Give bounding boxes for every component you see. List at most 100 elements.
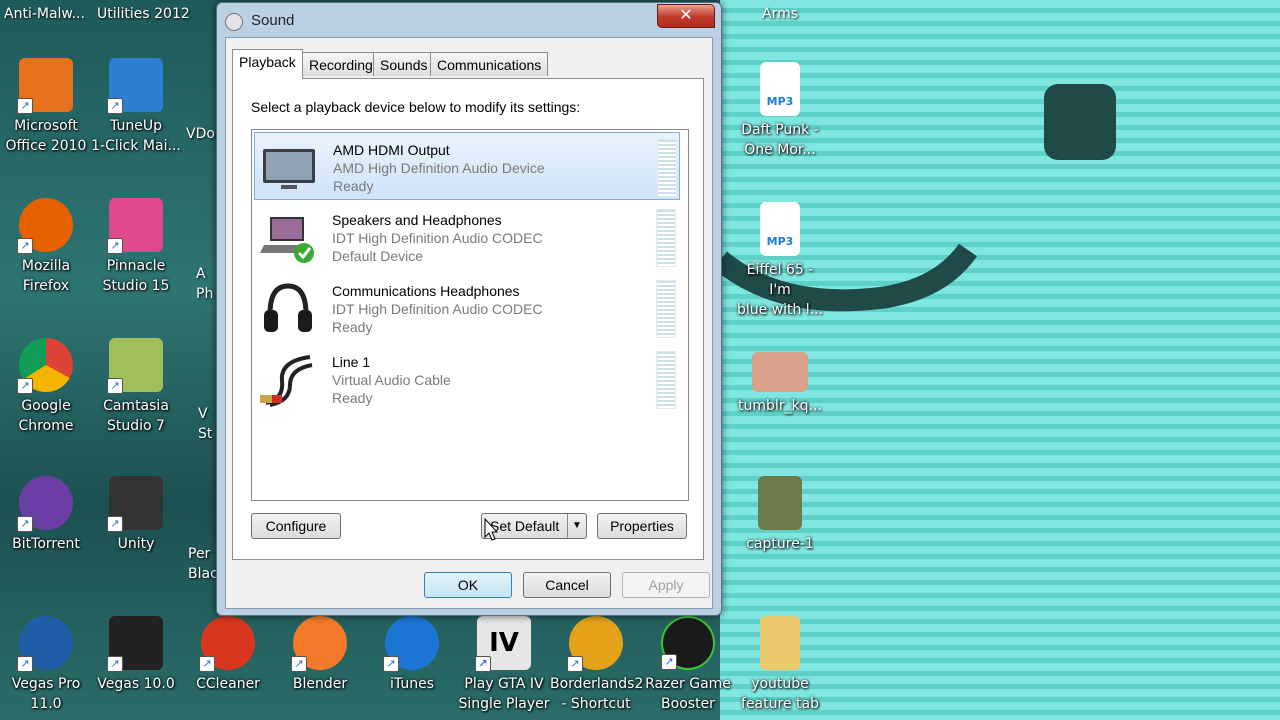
volume-meter bbox=[657, 139, 677, 197]
icon-label: youtube feature tab bbox=[741, 676, 819, 712]
volume-meter bbox=[656, 209, 676, 267]
chrome-shortcut[interactable]: ↗ Google Chrome bbox=[0, 338, 92, 436]
daft-punk-file[interactable]: MP3 Daft Punk - One Mor... bbox=[734, 62, 826, 160]
unity-shortcut[interactable]: ↗ Unity bbox=[90, 476, 182, 554]
arms-label[interactable]: Arms bbox=[762, 4, 798, 24]
device-line-1[interactable]: Line 1 Virtual Audio Cable Ready bbox=[254, 345, 680, 413]
device-name: Line 1 bbox=[332, 354, 371, 370]
icon-label: Play GTA IV Single Player bbox=[458, 676, 550, 712]
mp3-file-icon: MP3 bbox=[760, 62, 800, 116]
title-bar[interactable]: Sound ✕ bbox=[217, 3, 721, 37]
blender-shortcut[interactable]: ↗ Blender bbox=[274, 616, 366, 694]
properties-button[interactable]: Properties bbox=[597, 513, 687, 539]
icon-label: Razer Game Booster bbox=[645, 676, 731, 712]
bittorrent-shortcut[interactable]: ↗ BitTorrent bbox=[0, 476, 92, 554]
icon-label: Daft Punk - One Mor... bbox=[741, 122, 819, 158]
itunes-icon: ↗ bbox=[383, 616, 439, 672]
capture-video[interactable]: capture-1 bbox=[734, 476, 826, 554]
icon-label: capture-1 bbox=[746, 536, 814, 552]
monitor-icon bbox=[263, 149, 315, 189]
vegas-pro-shortcut[interactable]: ↗ Vegas Pro 11.0 bbox=[0, 616, 92, 714]
chevron-down-icon[interactable]: ▼ bbox=[567, 514, 586, 538]
tab-communications[interactable]: Communications bbox=[430, 52, 549, 76]
instruction-text: Select a playback device below to modify… bbox=[251, 99, 581, 115]
eiffel65-file[interactable]: MP3 Eiffel 65 - I'm blue with l... bbox=[734, 202, 826, 320]
icon-label: Pinnacle Studio 15 bbox=[102, 258, 170, 294]
tumblr-image[interactable]: tumblr_kq... bbox=[734, 352, 826, 416]
pinnacle-shortcut[interactable]: ↗ Pinnacle Studio 15 bbox=[90, 198, 182, 296]
laptop-speaker-icon bbox=[260, 217, 314, 263]
ok-button[interactable]: OK bbox=[424, 572, 512, 598]
icon-label: tumblr_kq... bbox=[738, 398, 822, 414]
close-button[interactable]: ✕ bbox=[657, 4, 715, 28]
icon-label: Unity bbox=[117, 536, 155, 552]
tuneup-icon: ↗ bbox=[107, 58, 163, 114]
a-ph-label[interactable]: A Ph bbox=[196, 264, 213, 304]
icon-label: Vegas 10.0 bbox=[97, 676, 175, 692]
firefox-icon: ↗ bbox=[17, 198, 73, 254]
gta-iv-icon: IV ↗ bbox=[475, 616, 531, 672]
icon-label: Borderlands2 - Shortcut bbox=[550, 676, 644, 712]
blender-icon: ↗ bbox=[291, 616, 347, 672]
device-name: AMD HDMI Output bbox=[333, 142, 450, 158]
chrome-icon: ↗ bbox=[17, 338, 73, 394]
tuneup-shortcut[interactable]: ↗ TuneUp 1-Click Mai... bbox=[90, 58, 182, 156]
icon-label: Microsoft Office 2010 bbox=[5, 118, 87, 154]
vegas-10-shortcut[interactable]: ↗ Vegas 10.0 bbox=[90, 616, 182, 694]
borderlands2-shortcut[interactable]: ↗ Borderlands2 - Shortcut bbox=[550, 616, 644, 714]
device-description: AMD High Definition Audio Device bbox=[333, 160, 545, 176]
image-file-icon bbox=[752, 352, 808, 392]
ms-office-shortcut[interactable]: ↗ Microsoft Office 2010 bbox=[0, 58, 92, 156]
device-name: Communications Headphones bbox=[332, 283, 520, 299]
tab-recording[interactable]: Recording bbox=[302, 52, 380, 76]
device-amd-hdmi[interactable]: AMD HDMI Output AMD High Definition Audi… bbox=[254, 132, 680, 200]
per-blac-label[interactable]: Per Blac bbox=[188, 544, 218, 584]
device-status: Default Device bbox=[332, 248, 424, 264]
utilities-label[interactable]: Utilities 2012 bbox=[97, 4, 190, 24]
camtasia-icon: ↗ bbox=[107, 338, 163, 394]
device-status: Ready bbox=[333, 178, 374, 194]
configure-button[interactable]: Configure bbox=[251, 513, 341, 539]
camtasia-shortcut[interactable]: ↗ Camtasia Studio 7 bbox=[90, 338, 182, 436]
device-speakers-headphones[interactable]: Speakers and Headphones IDT High Definit… bbox=[254, 203, 680, 271]
gta4-shortcut[interactable]: IV ↗ Play GTA IV Single Player bbox=[458, 616, 550, 714]
icon-label: TuneUp 1-Click Mai... bbox=[91, 118, 181, 154]
device-name: Speakers and Headphones bbox=[332, 212, 502, 228]
device-description: Virtual Audio Cable bbox=[332, 372, 451, 388]
anti-malware-label[interactable]: Anti-Malw... bbox=[4, 4, 85, 24]
set-default-label: Set Default bbox=[490, 518, 560, 534]
volume-meter bbox=[656, 280, 676, 338]
razer-icon: ↗ bbox=[661, 616, 715, 670]
cancel-button[interactable]: Cancel bbox=[523, 572, 611, 598]
icon-label: BitTorrent bbox=[12, 536, 80, 552]
device-communications-headphones[interactable]: Communications Headphones IDT High Defin… bbox=[254, 274, 680, 342]
youtube-folder[interactable]: youtube feature tab bbox=[734, 616, 826, 714]
ccleaner-shortcut[interactable]: ↗ CCleaner bbox=[182, 616, 274, 694]
vdo-label[interactable]: VDo bbox=[186, 124, 215, 144]
dialog-title: Sound bbox=[251, 12, 295, 29]
ccleaner-icon: ↗ bbox=[199, 616, 255, 672]
dialog-client-area: Playback Recording Sounds Communications… bbox=[225, 37, 713, 609]
tab-playback[interactable]: Playback bbox=[232, 49, 303, 79]
icon-label: iTunes bbox=[390, 676, 434, 692]
firefox-shortcut[interactable]: ↗ Mozilla Firefox bbox=[0, 198, 92, 296]
office-icon: ↗ bbox=[17, 58, 73, 114]
device-description: IDT High Definition Audio CODEC bbox=[332, 230, 543, 246]
sound-dialog: Sound ✕ Playback Recording Sounds Commun… bbox=[216, 2, 722, 616]
icon-label: CCleaner bbox=[196, 676, 260, 692]
apply-button[interactable]: Apply bbox=[622, 572, 710, 598]
device-list[interactable]: AMD HDMI Output AMD High Definition Audi… bbox=[251, 129, 689, 501]
wallpaper-eye-shape bbox=[1044, 84, 1116, 160]
itunes-shortcut[interactable]: ↗ iTunes bbox=[366, 616, 458, 694]
icon-label: Eiffel 65 - I'm blue with l... bbox=[736, 262, 824, 318]
v-st-label[interactable]: V St bbox=[198, 404, 212, 444]
device-status: Ready bbox=[332, 319, 373, 335]
mouse-cursor-icon bbox=[484, 518, 498, 541]
device-description: IDT High Definition Audio CODEC bbox=[332, 301, 543, 317]
playback-panel: Select a playback device below to modify… bbox=[232, 78, 704, 560]
borderlands-icon: ↗ bbox=[567, 616, 623, 672]
tab-sounds[interactable]: Sounds bbox=[373, 52, 435, 76]
razer-booster-shortcut[interactable]: ↗ Razer Game Booster bbox=[642, 616, 734, 714]
icon-label: Blender bbox=[292, 676, 348, 692]
unity-icon: ↗ bbox=[107, 476, 163, 532]
